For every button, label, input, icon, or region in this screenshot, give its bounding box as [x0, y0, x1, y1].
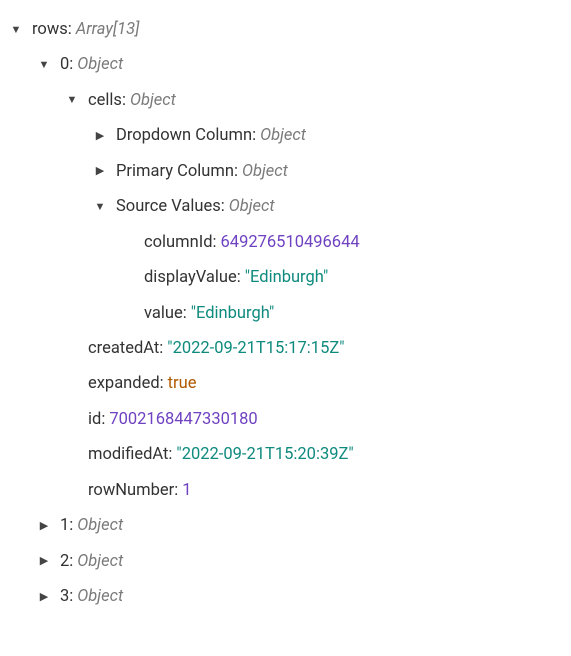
- prop-type: Object: [242, 161, 288, 182]
- chevron-down-icon[interactable]: ▼: [36, 58, 52, 72]
- leaf-rownumber[interactable]: • rowNumber: 1: [64, 473, 563, 508]
- tree-node-dropdown-column[interactable]: ▶ Dropdown Column: Object: [92, 118, 563, 153]
- prop-value-string: "Edinburgh": [245, 267, 329, 288]
- leaf-displayvalue[interactable]: • displayValue: "Edinburgh": [120, 260, 563, 295]
- prop-value-number: 649276510496644: [221, 232, 360, 253]
- tree-node-rows[interactable]: ▼ rows: Array[13]: [8, 12, 563, 47]
- prop-value-bool: true: [168, 373, 197, 394]
- prop-key: 2: [60, 551, 69, 572]
- prop-type: Array[13]: [76, 19, 140, 40]
- prop-value-number: 7002168447330180: [109, 409, 257, 430]
- prop-type: Object: [77, 551, 123, 572]
- prop-type: Object: [77, 515, 123, 536]
- leaf-value[interactable]: • value: "Edinburgh": [120, 296, 563, 331]
- prop-key: id: [88, 409, 101, 430]
- chevron-right-icon[interactable]: ▶: [36, 554, 52, 568]
- tree-node-row-2[interactable]: ▶ 2: Object: [36, 544, 563, 579]
- prop-key: rows: [32, 19, 68, 40]
- prop-value-string: "Edinburgh": [191, 303, 275, 324]
- chevron-down-icon[interactable]: ▼: [92, 200, 108, 214]
- prop-key: 1: [60, 515, 69, 536]
- prop-type: Object: [130, 90, 176, 111]
- prop-type: Object: [77, 54, 123, 75]
- prop-value-number: 1: [182, 480, 191, 501]
- chevron-right-icon[interactable]: ▶: [92, 164, 108, 178]
- prop-key: expanded: [88, 373, 160, 394]
- prop-type: Object: [260, 125, 306, 146]
- prop-key: 3: [60, 586, 69, 607]
- chevron-down-icon[interactable]: ▼: [8, 23, 24, 37]
- leaf-columnid[interactable]: • columnId: 649276510496644: [120, 225, 563, 260]
- prop-key: 0: [60, 54, 69, 75]
- prop-key: createdAt: [88, 338, 159, 359]
- leaf-expanded[interactable]: • expanded: true: [64, 366, 563, 401]
- prop-key: value: [144, 303, 183, 324]
- tree-node-primary-column[interactable]: ▶ Primary Column: Object: [92, 154, 563, 189]
- chevron-down-icon[interactable]: ▼: [64, 93, 80, 107]
- prop-key: Source Values: [116, 196, 221, 217]
- leaf-modifiedat[interactable]: • modifiedAt: "2022-09-21T15:20:39Z": [64, 437, 563, 472]
- tree-root: ▼ rows: Array[13] ▼ 0: Object ▼ cells: O…: [8, 12, 563, 614]
- prop-value-string: "2022-09-21T15:17:15Z": [167, 338, 344, 359]
- leaf-createdat[interactable]: • createdAt: "2022-09-21T15:17:15Z": [64, 331, 563, 366]
- tree-node-row-1[interactable]: ▶ 1: Object: [36, 508, 563, 543]
- tree-node-row-0[interactable]: ▼ 0: Object: [36, 47, 563, 82]
- prop-type: Object: [77, 586, 123, 607]
- leaf-id[interactable]: • id: 7002168447330180: [64, 402, 563, 437]
- prop-key: cells: [88, 90, 122, 111]
- tree-node-row-3[interactable]: ▶ 3: Object: [36, 579, 563, 614]
- chevron-right-icon[interactable]: ▶: [92, 129, 108, 143]
- chevron-right-icon[interactable]: ▶: [36, 590, 52, 604]
- chevron-right-icon[interactable]: ▶: [36, 519, 52, 533]
- prop-key: Primary Column: [116, 161, 234, 182]
- prop-key: displayValue: [144, 267, 237, 288]
- prop-value-string: "2022-09-21T15:20:39Z": [176, 444, 353, 465]
- prop-key: rowNumber: [88, 480, 174, 501]
- prop-key: columnId: [144, 232, 213, 253]
- tree-node-source-values[interactable]: ▼ Source Values: Object: [92, 189, 563, 224]
- prop-type: Object: [229, 196, 275, 217]
- prop-key: modifiedAt: [88, 444, 168, 465]
- prop-key: Dropdown Column: [116, 125, 252, 146]
- tree-node-cells[interactable]: ▼ cells: Object: [64, 83, 563, 118]
